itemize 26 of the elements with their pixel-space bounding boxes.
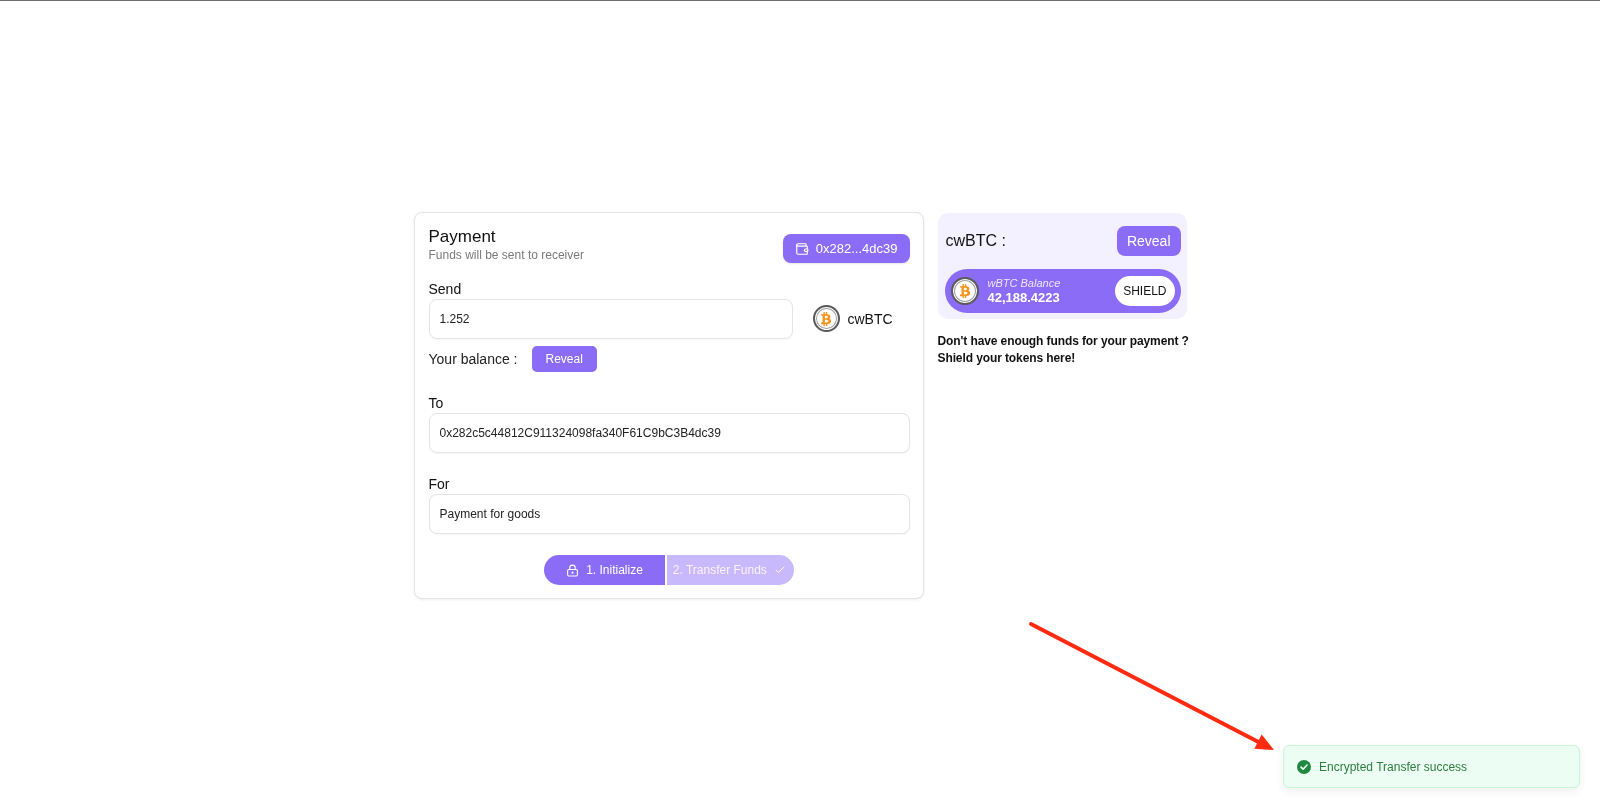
- check-circle-icon: [1297, 759, 1311, 774]
- payment-title: Payment: [428, 226, 496, 247]
- amount-input-field[interactable]: 1.252: [428, 299, 793, 339]
- for-label: For: [428, 475, 450, 493]
- wallet-icon: [794, 241, 809, 256]
- lock-icon: [566, 563, 580, 577]
- toast-message: Encrypted Transfer success: [1319, 759, 1468, 774]
- check-icon: [773, 564, 786, 576]
- bitcoin-coin-icon: [950, 277, 979, 305]
- token-balance-title: cwBTC :: [945, 232, 1006, 250]
- shield-note: Don't have enough funds for your payment ? Shield your tokens here!: [937, 333, 1189, 367]
- to-label: To: [428, 394, 444, 412]
- balance-amount: 42,188.4223: [987, 289, 1061, 306]
- send-label: Send: [428, 280, 462, 298]
- bitcoin-coin-icon: [812, 305, 840, 332]
- balance-caption: wBTC Balance: [987, 276, 1061, 290]
- shield-button[interactable]: SHIELD: [1115, 276, 1175, 306]
- balance-label: Your balance :: [428, 351, 518, 367]
- step-button[interactable]: 1. Initialize: [544, 555, 665, 585]
- wallet-address-button[interactable]: 0x282...4dc39: [782, 234, 910, 263]
- payment-subtitle: Funds will be sent to receiver: [428, 247, 584, 263]
- reveal-button[interactable]: Reveal: [1116, 226, 1181, 256]
- recipient-address-field[interactable]: 0x282c5c44812C911324098fa340F61C9bC3B4dc39: [428, 413, 910, 453]
- memo-input-field[interactable]: Payment for goods: [428, 494, 910, 534]
- reveal-button[interactable]: Reveal: [531, 346, 597, 372]
- token-name: cwBTC: [847, 310, 893, 327]
